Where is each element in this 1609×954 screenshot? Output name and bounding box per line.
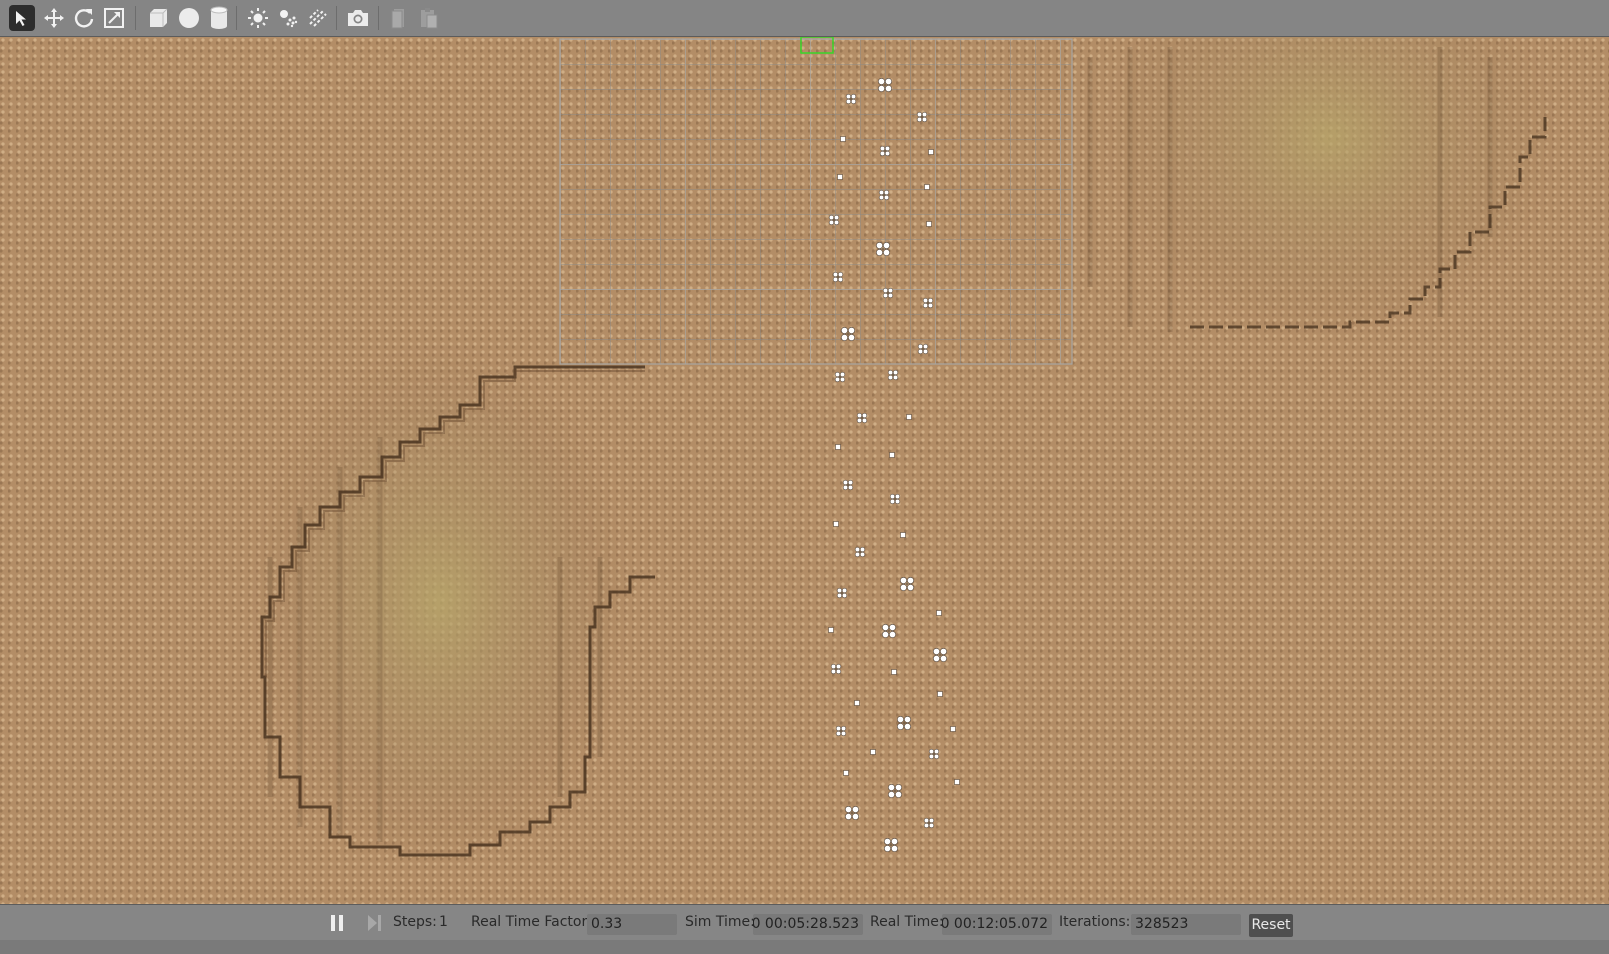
scene-canvas [250,37,1560,862]
sim-time-label: Sim Time: [685,914,755,930]
sim-time-field: 00 00:05:28.523 [753,914,863,935]
plant-icon [840,136,846,142]
steps-value[interactable]: 1 [439,905,448,940]
plant-icon [844,805,860,821]
plant-icon [932,647,948,663]
real-time-field: 00 00:12:05.072 [942,914,1052,935]
ground-grid [559,38,1073,365]
plant-icon [928,149,934,155]
plant-icon [950,726,956,732]
plant-icon [889,452,895,458]
plant-icon [836,587,848,599]
plant-icon [883,837,899,853]
step-forward-icon [368,915,381,931]
scale-mode-button[interactable] [101,5,127,31]
directional-light-icon [309,9,327,27]
plant-icon [923,817,935,829]
translate-mode-button[interactable] [41,5,67,31]
box-shape-button[interactable] [145,5,171,31]
plant-icon [833,521,839,527]
sphere-shape-button[interactable] [176,5,202,31]
reset-button[interactable]: Reset [1249,914,1293,937]
plant-icon [928,748,940,760]
step-button[interactable] [366,905,384,940]
plant-icon [937,691,943,697]
plant-icon [896,715,912,731]
select-mode-button[interactable] [9,5,35,31]
plant-icon [834,371,846,383]
iterations-label: Iterations: [1059,914,1131,930]
plant-icon [856,412,868,424]
screenshot-button[interactable] [345,5,371,31]
translate-mode-icon [44,8,64,28]
directional-light-button[interactable] [305,5,331,31]
plant-icon [891,669,897,675]
plant-icon [842,479,854,491]
select-mode-icon [16,11,26,26]
plant-icon [870,749,876,755]
real-time-label: Real Time: [870,914,944,930]
cylinder-shape-icon [210,6,228,29]
sphere-shape-icon [179,8,199,28]
plant-icon [954,779,960,785]
pause-icon [331,915,343,931]
plant-icon [926,221,932,227]
plant-icon [887,369,899,381]
plant-icon [889,493,901,505]
scale-mode-icon [104,8,124,28]
iterations-field: 328523 [1131,914,1241,935]
copy-icon [391,9,404,29]
paste-icon [421,8,438,29]
plant-icon [828,627,834,633]
plant-icon [854,546,866,558]
spot-light-button[interactable] [275,5,301,31]
point-light-button[interactable] [245,5,271,31]
steps-label: Steps: [393,914,437,930]
3d-viewport[interactable] [0,37,1609,904]
screenshot-camera-icon [348,10,368,26]
spot-light-icon [280,10,298,28]
plant-icon [887,783,903,799]
plant-icon [835,444,841,450]
plant-icon [835,725,847,737]
pause-button[interactable] [329,905,345,940]
box-shape-icon [150,8,168,27]
plant-icon [837,174,843,180]
plant-icon [906,414,912,420]
plant-icon [881,623,897,639]
paste-button[interactable] [416,5,442,31]
point-light-icon [248,8,268,28]
toolbar [0,0,1609,37]
plant-icon [936,610,942,616]
plant-icon [830,663,842,675]
copy-button[interactable] [386,5,412,31]
plant-icon [899,576,915,592]
rotate-mode-button[interactable] [71,5,97,31]
plant-icon [854,700,860,706]
real-time-factor-label: Real Time Factor: [471,914,592,930]
real-time-factor-field: 0.33 [587,914,677,935]
plant-icon [843,770,849,776]
plant-icon [900,532,906,538]
cylinder-shape-button[interactable] [206,5,232,31]
status-bar: Steps: 1 Real Time Factor: 0.33 Sim Time… [0,904,1609,940]
plant-icon [924,184,930,190]
rotate-mode-icon [74,9,94,28]
